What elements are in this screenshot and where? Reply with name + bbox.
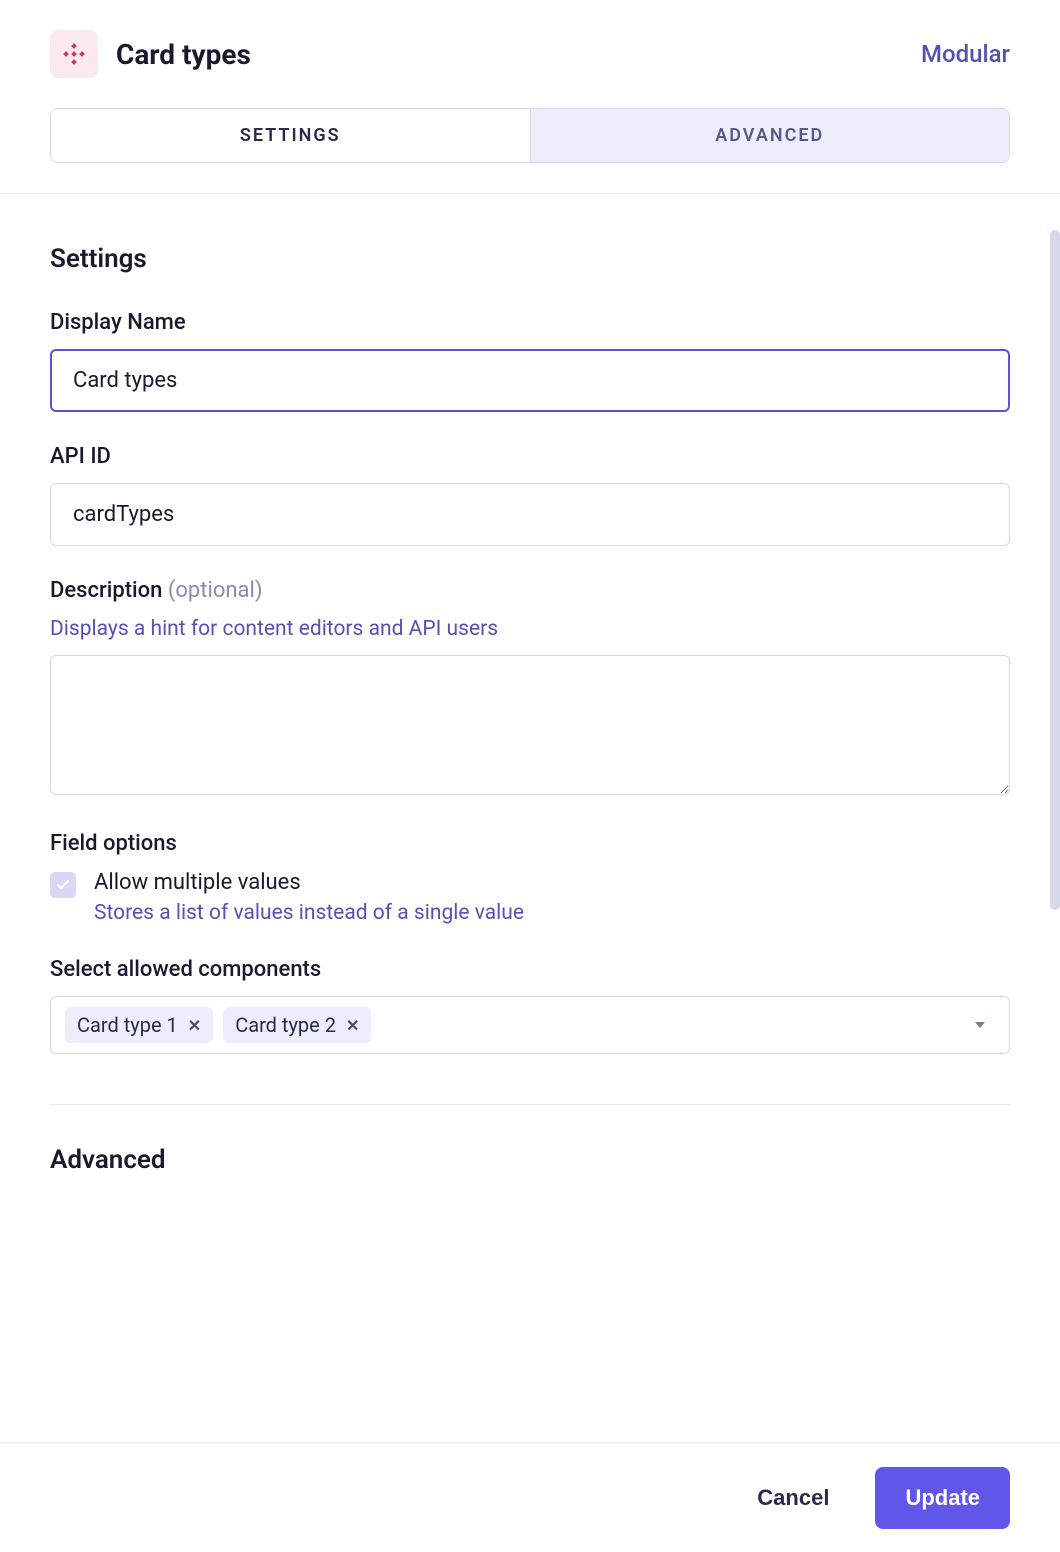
section-divider (50, 1104, 1010, 1105)
display-name-label: Display Name (50, 310, 1010, 335)
description-optional: (optional) (168, 578, 263, 603)
tabs: SETTINGS ADVANCED (50, 108, 1010, 163)
allowed-components-select[interactable]: Card type 1 ✕ Card type 2 ✕ (50, 996, 1010, 1054)
description-input[interactable] (50, 655, 1010, 795)
chip-card-type-2: Card type 2 ✕ (223, 1007, 371, 1043)
allow-multiple-desc: Stores a list of values instead of a sin… (94, 901, 524, 925)
allow-multiple-label: Allow multiple values (94, 870, 524, 895)
tab-advanced[interactable]: ADVANCED (530, 109, 1010, 162)
description-hint: Displays a hint for content editors and … (50, 617, 1010, 641)
description-label: Description (optional) (50, 578, 1010, 603)
chevron-down-icon[interactable] (975, 1022, 985, 1028)
page-title: Card types (116, 38, 251, 71)
field-options-label: Field options (50, 831, 1010, 856)
allowed-components-label: Select allowed components (50, 957, 1010, 982)
header: Card types Modular (50, 30, 1010, 78)
api-id-label: API ID (50, 444, 1010, 469)
content-area: Settings Display Name API ID Description… (0, 194, 1060, 1406)
api-id-input[interactable] (50, 483, 1010, 546)
tab-settings[interactable]: SETTINGS (51, 109, 530, 162)
chip-label: Card type 1 (77, 1013, 178, 1037)
display-name-input[interactable] (50, 349, 1010, 412)
advanced-heading: Advanced (50, 1145, 1010, 1175)
modular-field-icon (50, 30, 98, 78)
allow-multiple-checkbox[interactable] (50, 872, 76, 898)
description-label-text: Description (50, 578, 162, 603)
chip-label: Card type 2 (235, 1013, 336, 1037)
scrollbar[interactable] (1050, 230, 1060, 910)
chip-card-type-1: Card type 1 ✕ (65, 1007, 213, 1043)
footer: Cancel Update (0, 1442, 1060, 1552)
chip-remove-icon[interactable]: ✕ (346, 1016, 359, 1035)
update-button[interactable]: Update (875, 1467, 1010, 1529)
field-type-label: Modular (921, 40, 1010, 68)
settings-heading: Settings (50, 244, 1010, 274)
cancel-button[interactable]: Cancel (739, 1473, 847, 1523)
chip-remove-icon[interactable]: ✕ (188, 1016, 201, 1035)
